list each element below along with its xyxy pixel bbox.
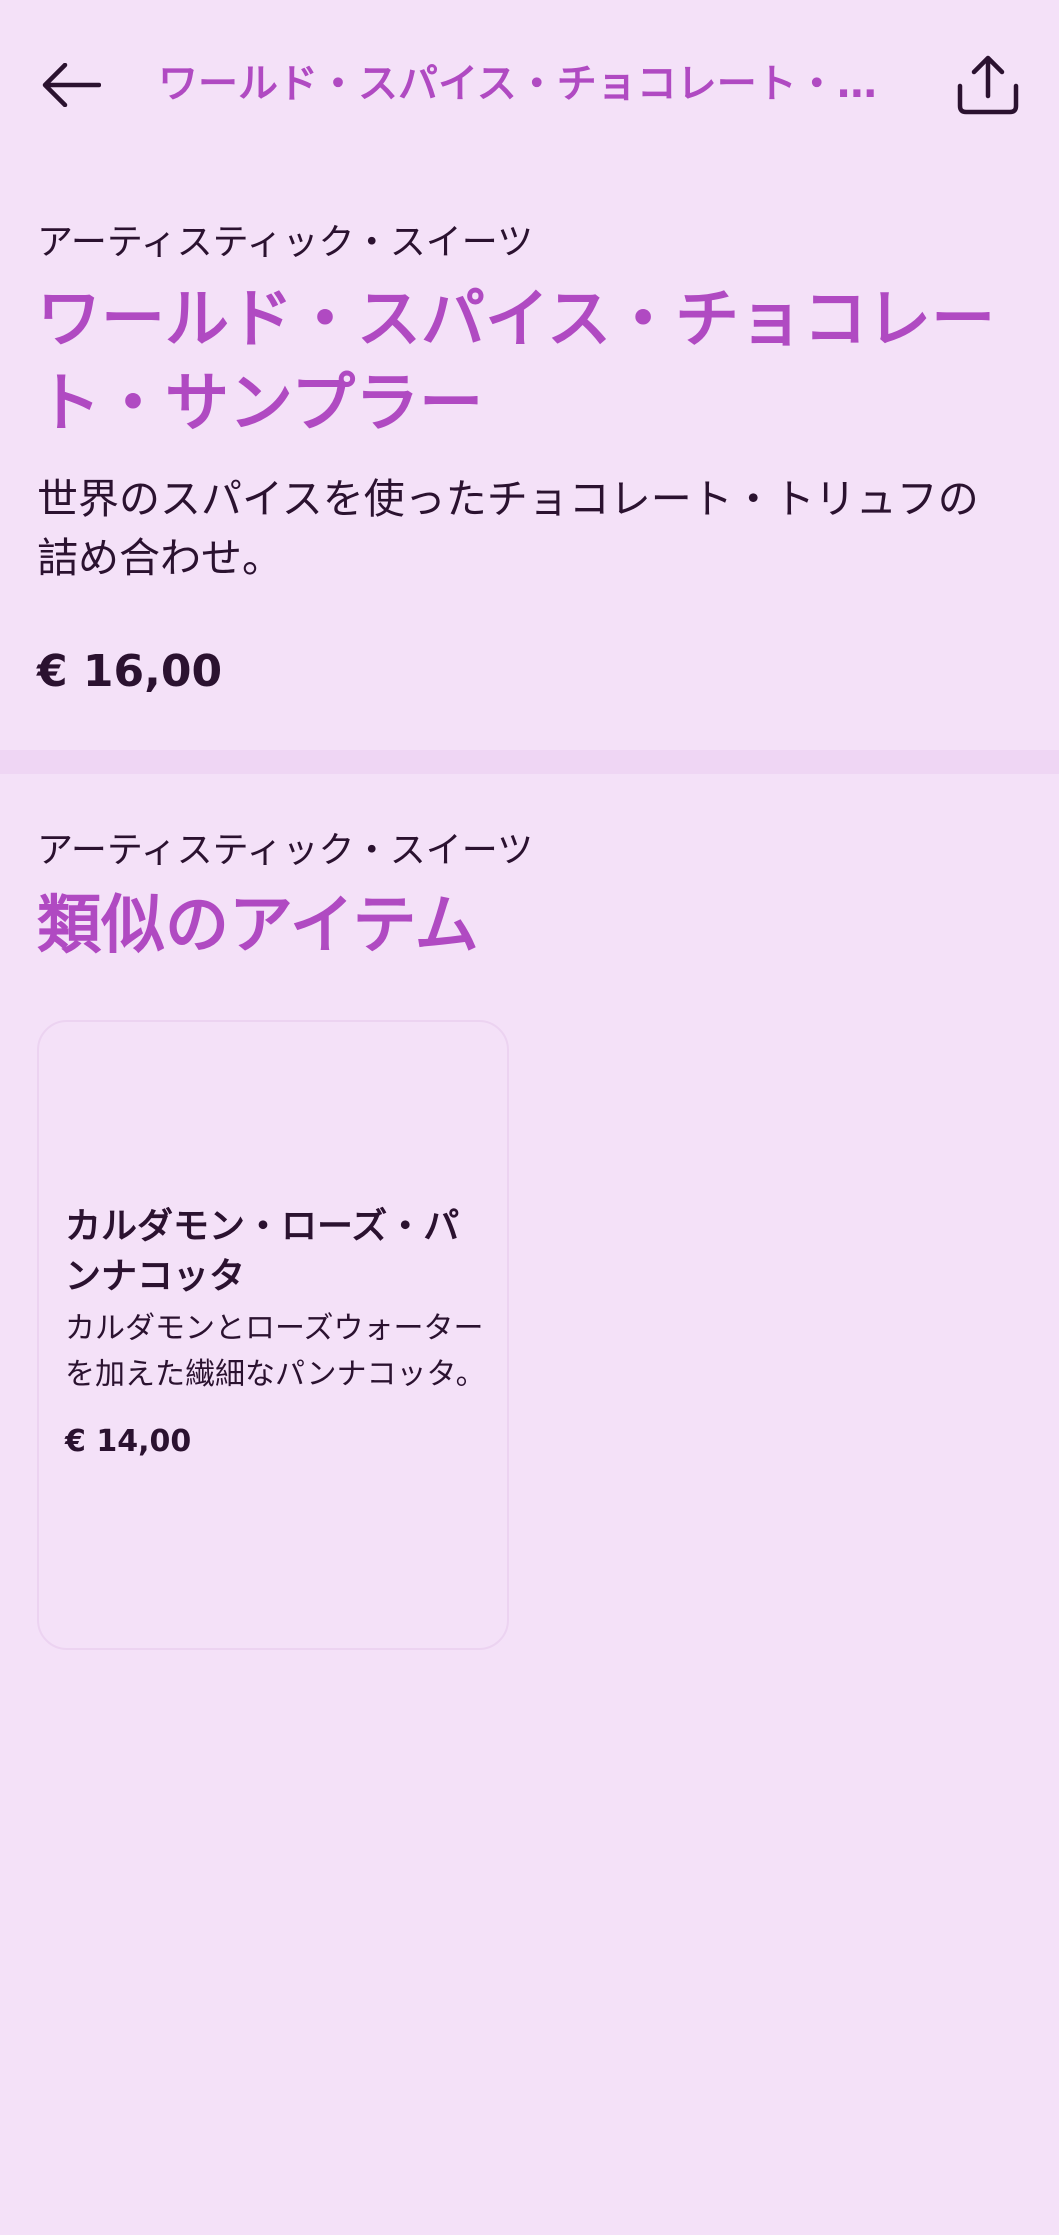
product-details: アーティスティック・スイーツ ワールド・スパイス・チョコレート・サンプラー 世界… — [0, 170, 1059, 750]
similar-category: アーティスティック・スイーツ — [37, 830, 534, 871]
section-divider — [0, 750, 1059, 774]
similar-item-title: カルダモン・ローズ・パンナコッタ — [65, 1206, 460, 1297]
app-bar-title: ワールド・スパイス・チョコレート・サンプラー — [158, 61, 888, 107]
app-bar: ワールド・スパイス・チョコレート・サンプラー — [0, 0, 1059, 170]
similar-item-description: カルダモンとローズウォーターを加えた繊細なパンナコッタ。 — [65, 1311, 486, 1392]
product-price: € 16,00 — [37, 646, 223, 697]
product-category: アーティスティック・スイーツ — [37, 222, 534, 263]
share-button[interactable] — [947, 42, 1029, 128]
similar-item-price: € 14,00 — [65, 1424, 192, 1459]
similar-items-title: 類似のアイテム — [37, 889, 479, 963]
similar-items-section: アーティスティック・スイーツ 類似のアイテム カルダモン・ローズ・パンナコッタ … — [0, 774, 1059, 1674]
product-title: ワールド・スパイス・チョコレート・サンプラー — [37, 283, 996, 441]
arrow-left-icon — [42, 63, 101, 107]
share-icon — [957, 55, 1019, 115]
similar-item-card[interactable]: カルダモン・ローズ・パンナコッタ カルダモンとローズウォーターを加えた繊細なパン… — [37, 1020, 509, 1650]
back-button[interactable] — [30, 44, 112, 126]
product-description: 世界のスパイスを使ったチョコレート・トリュフの詰め合わせ。 — [37, 475, 979, 582]
